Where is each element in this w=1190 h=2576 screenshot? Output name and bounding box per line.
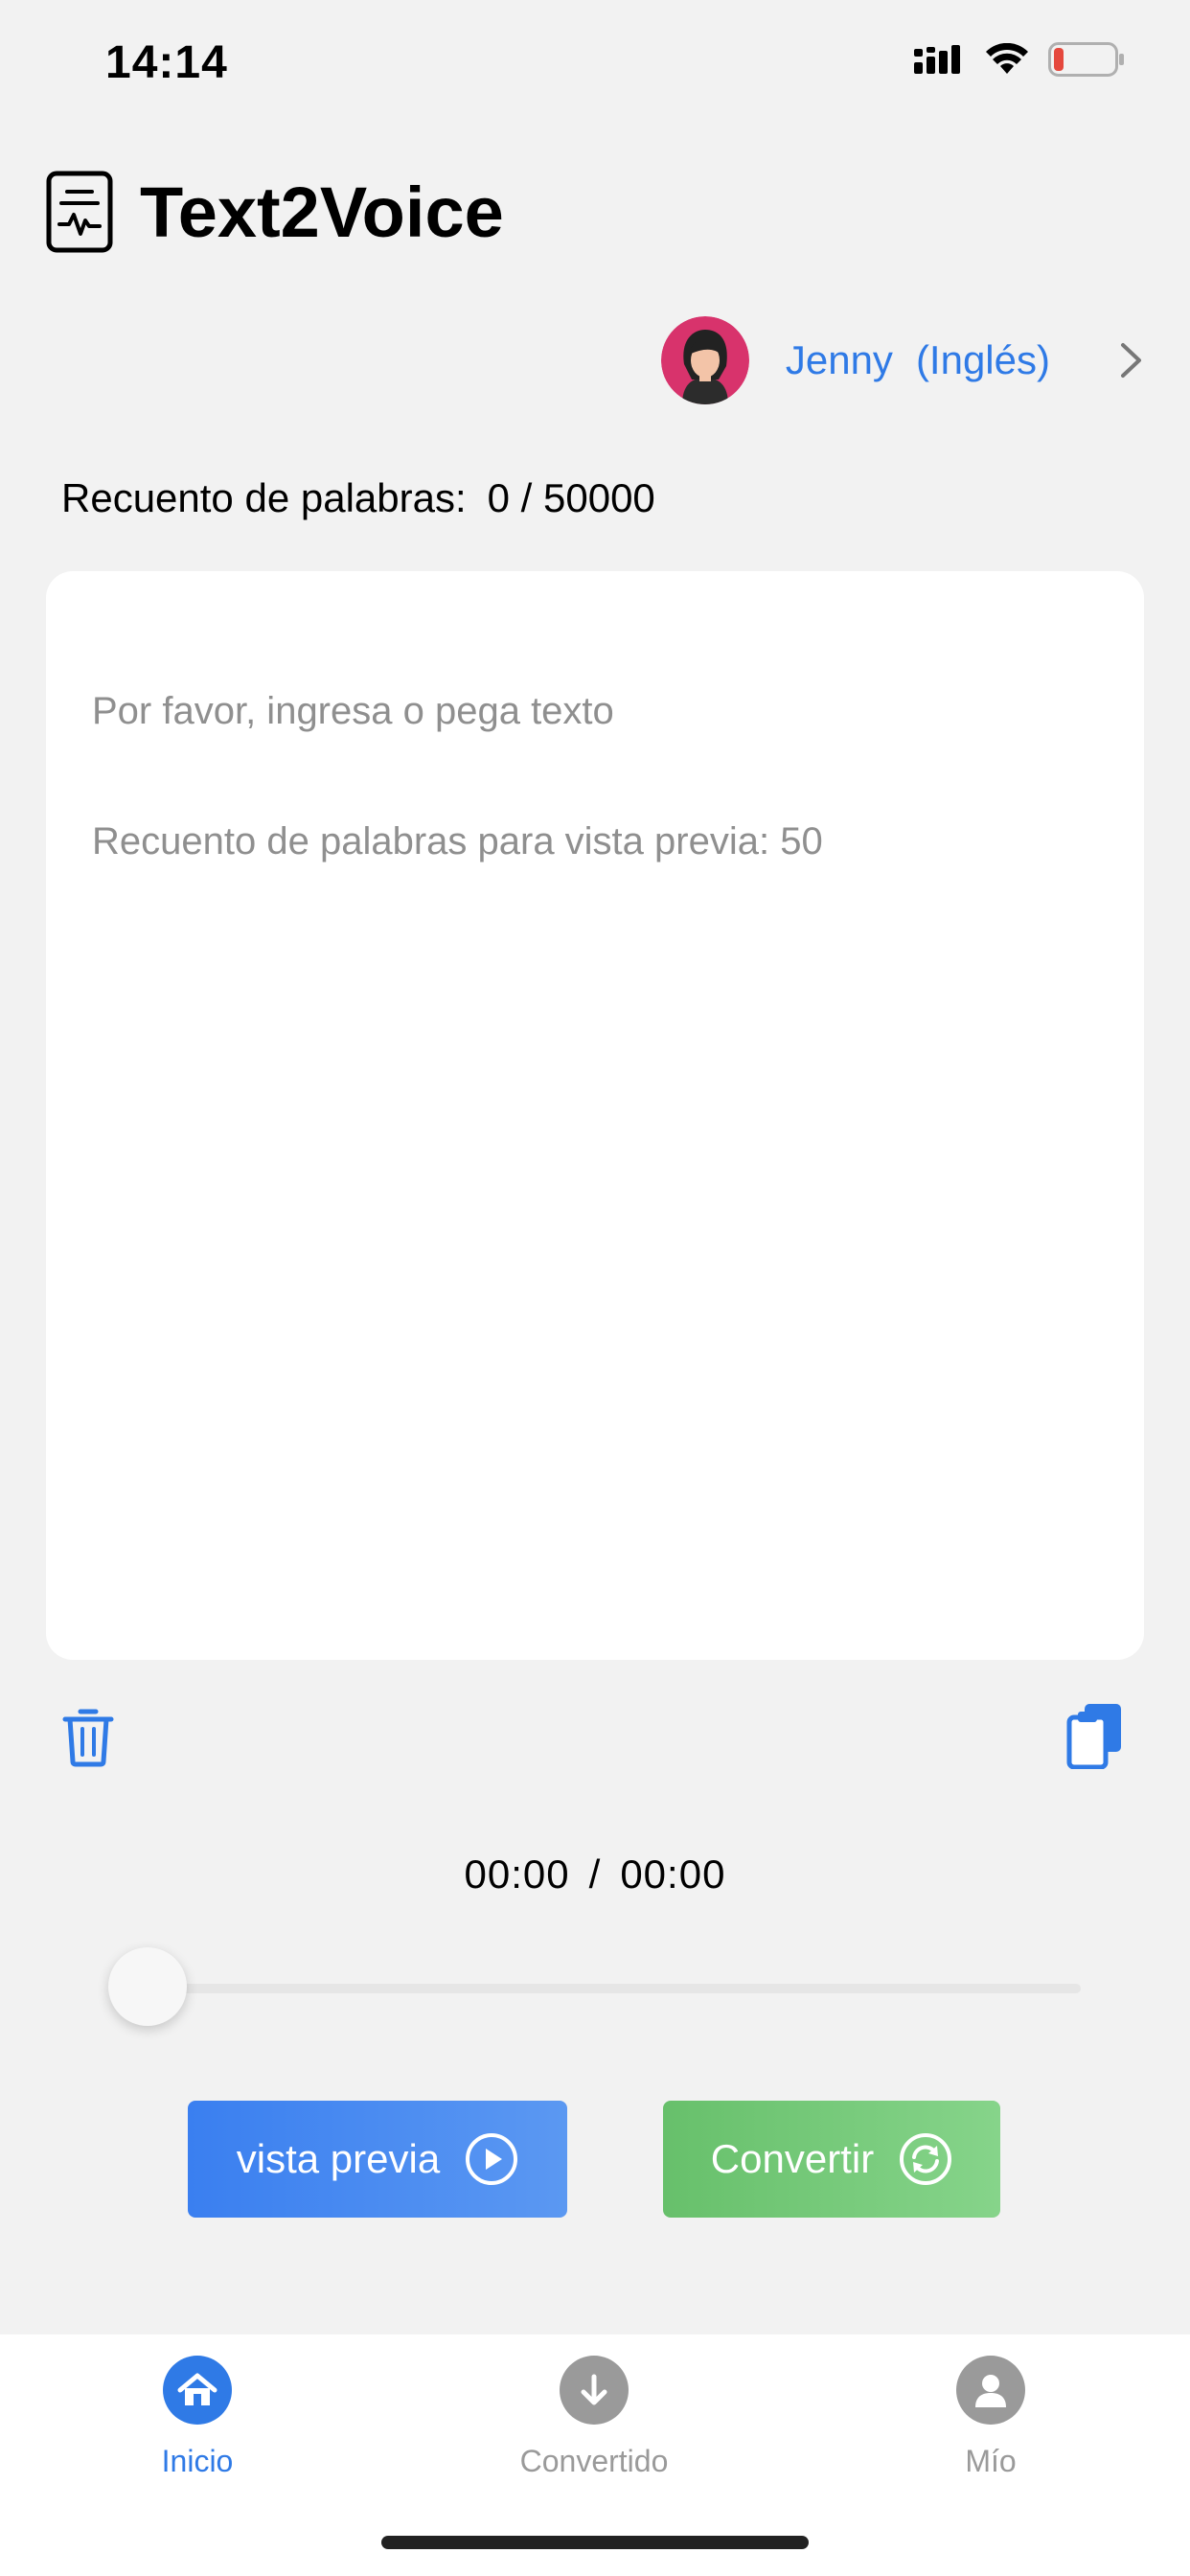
document-waveform-icon: [46, 171, 113, 253]
current-time: 00:00: [464, 1852, 570, 1897]
wifi-icon: [986, 43, 1028, 74]
voice-avatar: [660, 316, 749, 404]
convert-button[interactable]: Convertir: [663, 2101, 1000, 2218]
app-header: Text2Voice: [46, 171, 504, 253]
total-time: 00:00: [620, 1852, 726, 1897]
preview-button-label: vista previa: [236, 2136, 441, 2181]
voice-language: (Inglés): [915, 337, 1050, 382]
battery-low-icon: [1048, 42, 1124, 77]
home-icon: [163, 2356, 232, 2425]
page: 14:14 Text2Voice Jenny (Inglés) Recuento…: [0, 0, 1190, 2576]
text-input[interactable]: [92, 678, 1102, 1602]
play-circle-icon: [466, 2133, 518, 2185]
tab-home[interactable]: Inicio: [54, 2356, 341, 2479]
word-count-value: 0 / 50000: [487, 475, 655, 520]
playback-time: 00:00 / 00:00: [0, 1852, 1190, 1898]
status-icons: [914, 42, 1125, 77]
app-title: Text2Voice: [140, 172, 504, 252]
text-input-card[interactable]: Por favor, ingresa o pega texto Recuento…: [46, 571, 1144, 1660]
cellular-signal-icon: [914, 45, 960, 74]
convert-button-label: Convertir: [710, 2136, 875, 2181]
voice-selector[interactable]: Jenny (Inglés): [660, 316, 1144, 404]
tab-label: Inicio: [161, 2444, 234, 2478]
refresh-circle-icon: [900, 2133, 952, 2185]
download-icon: [560, 2356, 629, 2425]
voice-name: Jenny: [785, 337, 893, 382]
paste-text-button[interactable]: [1065, 1702, 1123, 1774]
playback-slider-thumb[interactable]: [108, 1947, 187, 2026]
home-indicator: [381, 2536, 809, 2549]
clear-text-button[interactable]: [61, 1706, 115, 1772]
tab-label: Convertido: [519, 2444, 669, 2478]
status-time: 14:14: [105, 37, 228, 88]
preview-button[interactable]: vista previa: [188, 2101, 567, 2218]
tab-mine[interactable]: Mío: [847, 2356, 1134, 2479]
chevron-right-icon: [1121, 343, 1141, 378]
tab-label: Mío: [965, 2444, 1017, 2478]
user-icon: [956, 2356, 1025, 2425]
tab-converted[interactable]: Convertido: [450, 2356, 738, 2479]
word-count: Recuento de palabras: 0 / 50000: [61, 475, 655, 521]
playback-slider-track[interactable]: [146, 1984, 1081, 1993]
paste-icon: [1066, 1704, 1121, 1770]
time-separator: /: [588, 1852, 602, 1897]
word-count-label: Recuento de palabras:: [61, 475, 467, 520]
trash-icon: [62, 1709, 114, 1767]
